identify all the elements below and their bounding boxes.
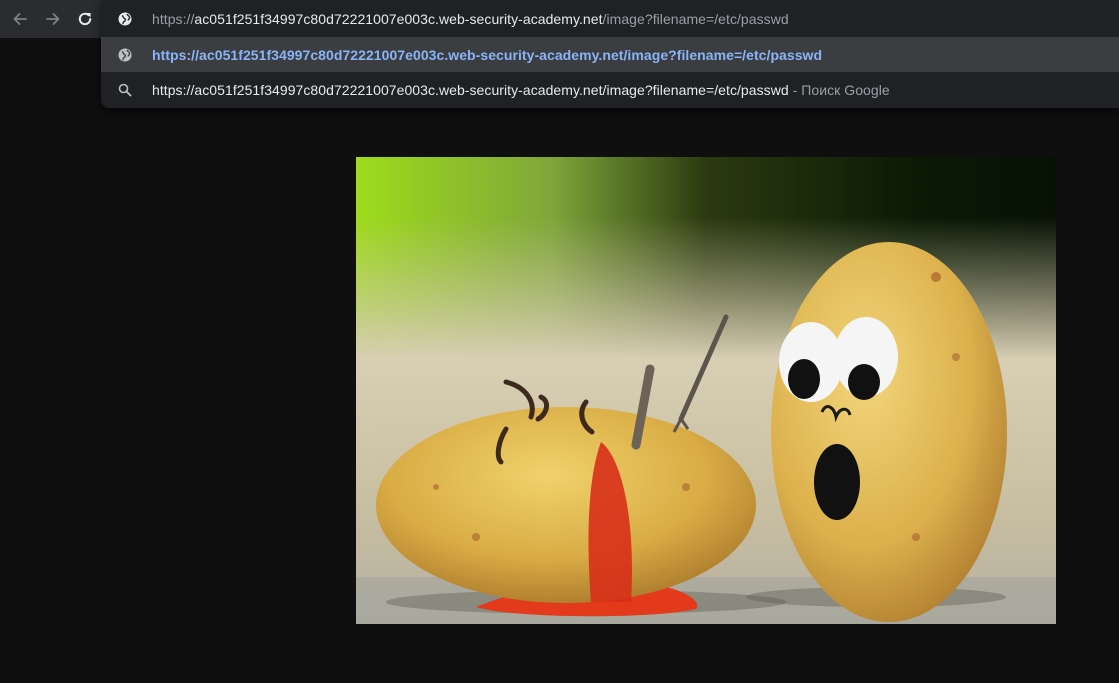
omnibox-dropdown: https://ac051f251f34997c80d72221007e003c… [101,0,1119,108]
reload-icon [78,12,92,26]
url-path: /image?filename=/etc/passwd [602,10,789,27]
arrow-right-icon [46,13,60,25]
forward-button[interactable] [42,8,64,30]
suggestion-search-suffix: - Поиск Google [788,81,890,98]
address-bar-input[interactable]: https://ac051f251f34997c80d72221007e003c… [101,1,1119,36]
suggestion-search-text: https://ac051f251f34997c80d72221007e003c… [152,81,789,98]
suggestion-url-selected[interactable]: https://ac051f251f34997c80d72221007e003c… [101,37,1119,72]
globe-icon [118,48,132,62]
suggestion-url-text: https://ac051f251f34997c80d72221007e003c… [152,46,823,63]
globe-icon [118,12,132,26]
url-host: ac051f251f34997c80d72221007e003c.web-sec… [194,10,603,27]
suggestion-search-google[interactable]: https://ac051f251f34997c80d72221007e003c… [101,72,1119,107]
back-button[interactable] [9,8,31,30]
arrow-left-icon [13,13,27,25]
two-potatoes-photo [356,157,1056,624]
url-scheme: https:// [152,10,195,27]
search-icon [118,83,132,97]
reload-button[interactable] [74,8,96,30]
